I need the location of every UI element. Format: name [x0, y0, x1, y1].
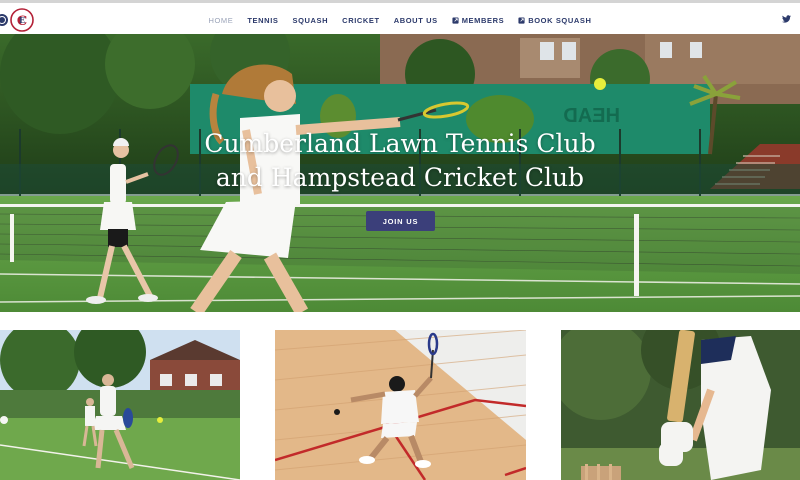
join-us-button[interactable]: JOIN US — [366, 211, 435, 231]
hero-title-line-1: Cumberland Lawn Tennis Club — [204, 129, 596, 158]
windbreak-text: HEAD — [563, 105, 620, 127]
external-link-icon — [452, 16, 459, 24]
nav-cricket[interactable]: CRICKET — [342, 16, 380, 25]
squash-player-photo — [275, 330, 526, 480]
hero-banner: HEAD Cumberland Lawn Tennis Club and Ham… — [0, 34, 800, 312]
external-link-icon — [518, 16, 525, 24]
nav-squash-label: SQUASH — [292, 15, 329, 25]
squash-tile[interactable] — [275, 330, 526, 480]
nav-members-label: MEMBERS — [461, 15, 505, 25]
nav-tennis-label: TENNIS — [247, 15, 279, 25]
hero-title-line-2: and Hampstead Cricket Club — [215, 163, 585, 192]
nav-book-squash[interactable]: BOOK SQUASH — [518, 16, 591, 25]
nav-about-us-label: ABOUT US — [393, 15, 438, 25]
nav-home-label: HOME — [208, 15, 234, 25]
nav-tennis[interactable]: TENNIS — [247, 16, 278, 25]
main-nav: HOME TENNIS SQUASH CRICKET ABOUT US MEMB… — [0, 6, 800, 34]
nav-home[interactable]: HOME — [208, 16, 233, 25]
nav-about-us[interactable]: ABOUT US — [394, 16, 438, 25]
nav-book-squash-label: BOOK SQUASH — [528, 15, 592, 25]
tennis-doubles-photo — [0, 330, 240, 480]
nav-cricket-label: CRICKET — [342, 15, 380, 25]
twitter-icon[interactable] — [782, 15, 791, 23]
tennis-tile[interactable] — [0, 330, 240, 480]
cricket-batsman-photo — [561, 330, 800, 480]
site-header: C E HOME TENNIS SQUASH CRICKET ABOUT US … — [0, 0, 800, 34]
cricket-tile[interactable] — [561, 330, 800, 480]
nav-members[interactable]: MEMBERS — [452, 16, 505, 25]
nav-squash[interactable]: SQUASH — [292, 16, 328, 25]
